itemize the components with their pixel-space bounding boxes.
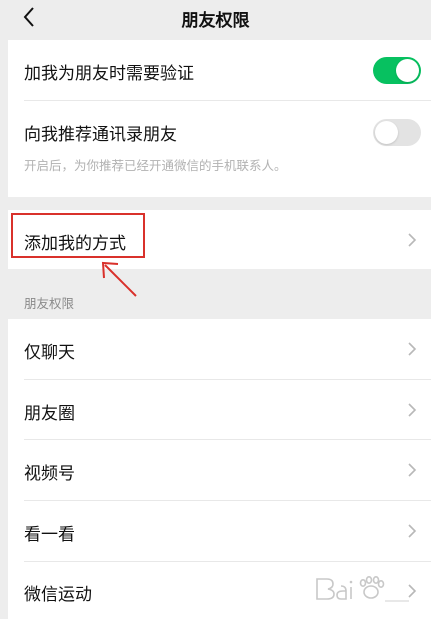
chevron-right-icon <box>408 463 417 477</box>
recommend-toggle[interactable] <box>373 119 421 146</box>
verify-row[interactable]: 加我为朋友时需要验证 <box>8 40 431 100</box>
highlight-box <box>11 213 145 258</box>
chevron-right-icon <box>408 342 417 356</box>
verify-label: 加我为朋友时需要验证 <box>24 64 194 84</box>
verify-toggle[interactable] <box>373 57 421 84</box>
navigation-bar: 朋友权限 <box>0 0 431 38</box>
list-item-moments[interactable]: 朋友圈 <box>8 380 431 439</box>
recommend-description: 开启后，为你推荐已经开通微信的手机联系人。 <box>24 158 287 173</box>
red-arrow-icon <box>101 261 137 297</box>
chevron-right-icon <box>408 524 417 538</box>
list-item-top-stories[interactable]: 看一看 <box>8 501 431 561</box>
list-item-channels[interactable]: 视频号 <box>8 440 431 500</box>
friend-permissions-page: 朋友权限 加我为朋友时需要验证 向我推荐通讯录朋友 开启后，为你推荐已经开通微信… <box>0 0 431 619</box>
privacy-settings-card: 加我为朋友时需要验证 向我推荐通讯录朋友 开启后，为你推荐已经开通微信的手机联系… <box>8 40 431 197</box>
toggle-knob <box>375 121 398 144</box>
list-item-label: 朋友圈 <box>24 404 75 424</box>
list-item-label: 视频号 <box>24 464 75 484</box>
recommend-label: 向我推荐通讯录朋友 <box>24 125 177 145</box>
page-title: 朋友权限 <box>181 11 250 31</box>
list-item-label: 看一看 <box>24 525 75 545</box>
toggle-knob <box>396 59 419 82</box>
chevron-right-icon <box>408 233 417 247</box>
list-item-chat-only[interactable]: 仅聊天 <box>8 319 431 379</box>
list-item-label: 仅聊天 <box>24 343 75 363</box>
recommend-row[interactable]: 向我推荐通讯录朋友 开启后，为你推荐已经开通微信的手机联系人。 <box>8 101 431 197</box>
section-header: 朋友权限 <box>24 296 75 311</box>
list-item-label: 微信运动 <box>24 585 92 605</box>
chevron-right-icon <box>408 403 417 417</box>
baidu-watermark-logo <box>316 575 409 602</box>
